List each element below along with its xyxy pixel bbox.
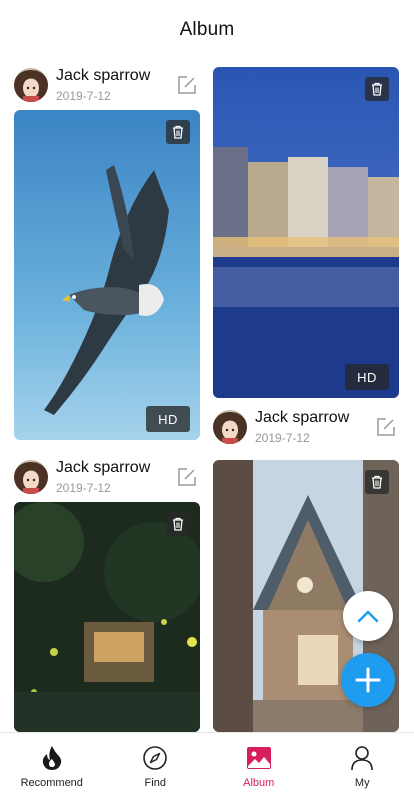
tab-my[interactable]: My: [311, 733, 414, 800]
tab-label: Recommend: [20, 776, 83, 789]
delete-button[interactable]: [365, 470, 389, 494]
canal-town-photo: [213, 67, 399, 398]
eagle-photo: [14, 110, 200, 440]
delete-button[interactable]: [166, 120, 190, 144]
edit-icon[interactable]: [176, 466, 198, 488]
tab-recommend[interactable]: Recommend: [0, 733, 104, 800]
tab-label: My: [354, 776, 370, 789]
image-icon: [246, 746, 271, 769]
bottom-tab-bar: Recommend Find Album My: [0, 732, 414, 800]
add-button[interactable]: [341, 653, 395, 707]
plus-icon: [355, 667, 381, 693]
user-row: Jack sparrow 2019-7-12: [14, 452, 200, 502]
chevron-up-icon: [357, 610, 379, 623]
delete-button[interactable]: [166, 512, 190, 536]
person-icon: [351, 745, 374, 770]
post-date: 2019-7-12: [255, 431, 310, 445]
trash-icon: [173, 125, 183, 139]
username[interactable]: Jack sparrow: [56, 66, 150, 86]
tab-album[interactable]: Album: [207, 733, 311, 800]
flame-icon: [42, 745, 61, 770]
page-title: Album: [179, 19, 235, 40]
delete-button[interactable]: [365, 77, 389, 101]
compass-icon: [143, 745, 168, 770]
username[interactable]: Jack sparrow: [56, 458, 150, 478]
photo-card-canal[interactable]: HD: [213, 67, 399, 398]
app-header: Album: [0, 0, 414, 60]
photo-card-eagle[interactable]: HD: [14, 110, 200, 440]
forest-photo: [14, 502, 200, 732]
avatar[interactable]: [14, 460, 48, 494]
trash-icon: [372, 475, 382, 489]
username[interactable]: Jack sparrow: [255, 408, 349, 428]
left-column: Jack sparrow 2019-7-12 HD Jack sparrow 2…: [14, 60, 200, 732]
tab-find[interactable]: Find: [104, 733, 208, 800]
hd-badge: HD: [345, 364, 389, 390]
post-date: 2019-7-12: [56, 481, 111, 495]
user-row: Jack sparrow 2019-7-12: [213, 402, 399, 452]
user-row: Jack sparrow 2019-7-12: [14, 60, 200, 110]
tab-label: Album: [243, 776, 275, 789]
trash-icon: [372, 82, 382, 96]
edit-icon[interactable]: [176, 74, 198, 96]
post-date: 2019-7-12: [56, 89, 111, 103]
hd-badge: HD: [146, 406, 190, 432]
scroll-to-top-button[interactable]: [343, 591, 393, 641]
trash-icon: [173, 517, 183, 531]
edit-icon[interactable]: [375, 416, 397, 438]
avatar[interactable]: [14, 68, 48, 102]
avatar[interactable]: [213, 410, 247, 444]
tab-label: Find: [144, 776, 166, 789]
photo-card-forest[interactable]: [14, 502, 200, 732]
